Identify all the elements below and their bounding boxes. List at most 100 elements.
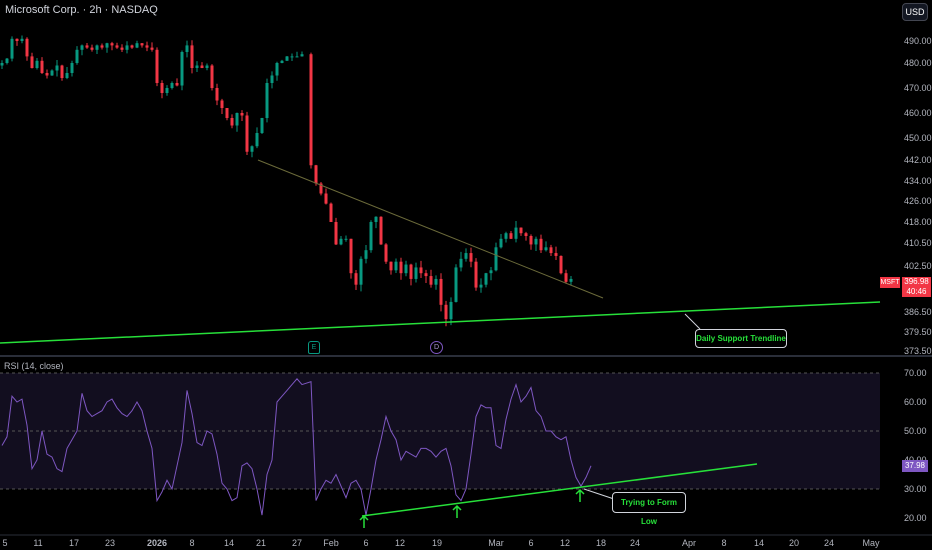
- candle-body: [344, 238, 348, 240]
- candle-body: [85, 45, 89, 48]
- time-tick: 8: [721, 538, 727, 548]
- price-tick: 373.50: [904, 346, 932, 356]
- candle-body: [469, 253, 473, 262]
- rsi-tick: 60.00: [904, 397, 927, 407]
- time-tick: 2026: [146, 538, 168, 548]
- candle-body: [549, 247, 553, 254]
- candle-body: [170, 83, 174, 88]
- candle-body: [80, 45, 84, 50]
- candle-body: [300, 54, 304, 57]
- price-tick: 450.00: [904, 133, 932, 143]
- candle-body: [339, 238, 343, 245]
- candle-body: [484, 273, 488, 285]
- candle-body: [95, 45, 99, 50]
- time-tick: 14: [753, 538, 765, 548]
- candle-body: [369, 222, 373, 251]
- candle-body: [140, 43, 144, 46]
- candle-body: [354, 273, 358, 285]
- up-arrow-icon: [359, 514, 369, 528]
- candle-body: [349, 238, 353, 274]
- candle-body: [75, 49, 79, 63]
- price-tick: 402.50: [904, 261, 932, 271]
- bar-countdown: 40:46: [906, 287, 927, 296]
- candle-body: [374, 216, 378, 222]
- candle-body: [494, 247, 498, 271]
- candle-body: [135, 43, 139, 48]
- candle-body: [449, 301, 453, 320]
- price-tick: 386.50: [904, 307, 932, 317]
- rsi-current-badge: 37.98: [902, 460, 928, 472]
- candle-body: [459, 258, 463, 268]
- candle-body: [454, 267, 458, 302]
- candle-body: [215, 88, 219, 101]
- time-tick: 14: [223, 538, 235, 548]
- candle-body: [569, 278, 573, 282]
- candle-body: [424, 273, 428, 277]
- candle-body: [20, 38, 24, 41]
- candle-body: [334, 222, 338, 245]
- candle-body: [290, 56, 294, 58]
- candle-body: [50, 70, 54, 76]
- candle-body: [499, 238, 503, 248]
- price-tick: 442.00: [904, 155, 932, 165]
- candle-body: [275, 63, 279, 76]
- candle-body: [439, 278, 443, 305]
- candle-body: [419, 267, 423, 274]
- candle-body: [270, 75, 274, 83]
- candle-body: [324, 193, 328, 204]
- candle-body: [160, 83, 164, 93]
- candle-body: [105, 43, 109, 48]
- earnings-marker[interactable]: E: [308, 341, 320, 354]
- candle-body: [175, 83, 179, 86]
- time-tick: 12: [394, 538, 406, 548]
- candle-body: [260, 118, 264, 133]
- candle-body: [359, 258, 363, 285]
- candle-body: [120, 47, 124, 50]
- time-tick: 6: [363, 538, 369, 548]
- rsi-tick: 30.00: [904, 484, 927, 494]
- candle-body: [195, 65, 199, 68]
- candle-body: [200, 65, 204, 68]
- candle-body: [474, 261, 478, 288]
- rsi-low-label[interactable]: Trying to Form Low: [612, 492, 686, 526]
- candle-body: [554, 253, 558, 256]
- candle-body: [130, 45, 134, 48]
- candle-body: [165, 88, 169, 93]
- candle-body: [60, 65, 64, 78]
- candle-body: [314, 165, 318, 184]
- dividend-marker[interactable]: D: [430, 341, 443, 354]
- candle-body: [255, 133, 259, 147]
- time-tick: 21: [255, 538, 267, 548]
- up-arrow-icon: [452, 504, 462, 518]
- candle-body: [250, 146, 254, 152]
- candle-body: [180, 52, 184, 86]
- support-trendline-label[interactable]: Daily Support Trendline: [695, 329, 787, 348]
- candle-body: [35, 60, 39, 68]
- candle-body: [559, 255, 563, 274]
- time-tick: 5: [2, 538, 8, 548]
- last-price-badge: 396.98 40:46: [902, 277, 931, 297]
- candle-body: [309, 54, 313, 166]
- rsi-title: RSI (14, close): [4, 361, 64, 371]
- candle-body: [464, 253, 468, 259]
- support-label-pointer: [684, 313, 701, 330]
- candle-body: [190, 45, 194, 68]
- rsi-tick: 70.00: [904, 368, 927, 378]
- candle-body: [329, 203, 333, 222]
- time-tick: 11: [33, 538, 43, 548]
- candle-body: [210, 65, 214, 88]
- chart-canvas[interactable]: [0, 0, 932, 550]
- rsi-tick: 50.00: [904, 426, 927, 436]
- candle-body: [285, 56, 289, 61]
- price-tick: 434.00: [904, 176, 932, 186]
- candle-body: [25, 38, 29, 57]
- time-tick: 19: [431, 538, 443, 548]
- candle-body: [90, 47, 94, 50]
- rsi-tick: 20.00: [904, 513, 927, 523]
- time-tick: 27: [291, 538, 303, 548]
- candle-body: [0, 63, 4, 66]
- candle-body: [509, 233, 513, 239]
- candle-body: [394, 261, 398, 271]
- price-tick: 460.00: [904, 108, 932, 118]
- candle-body: [389, 261, 393, 271]
